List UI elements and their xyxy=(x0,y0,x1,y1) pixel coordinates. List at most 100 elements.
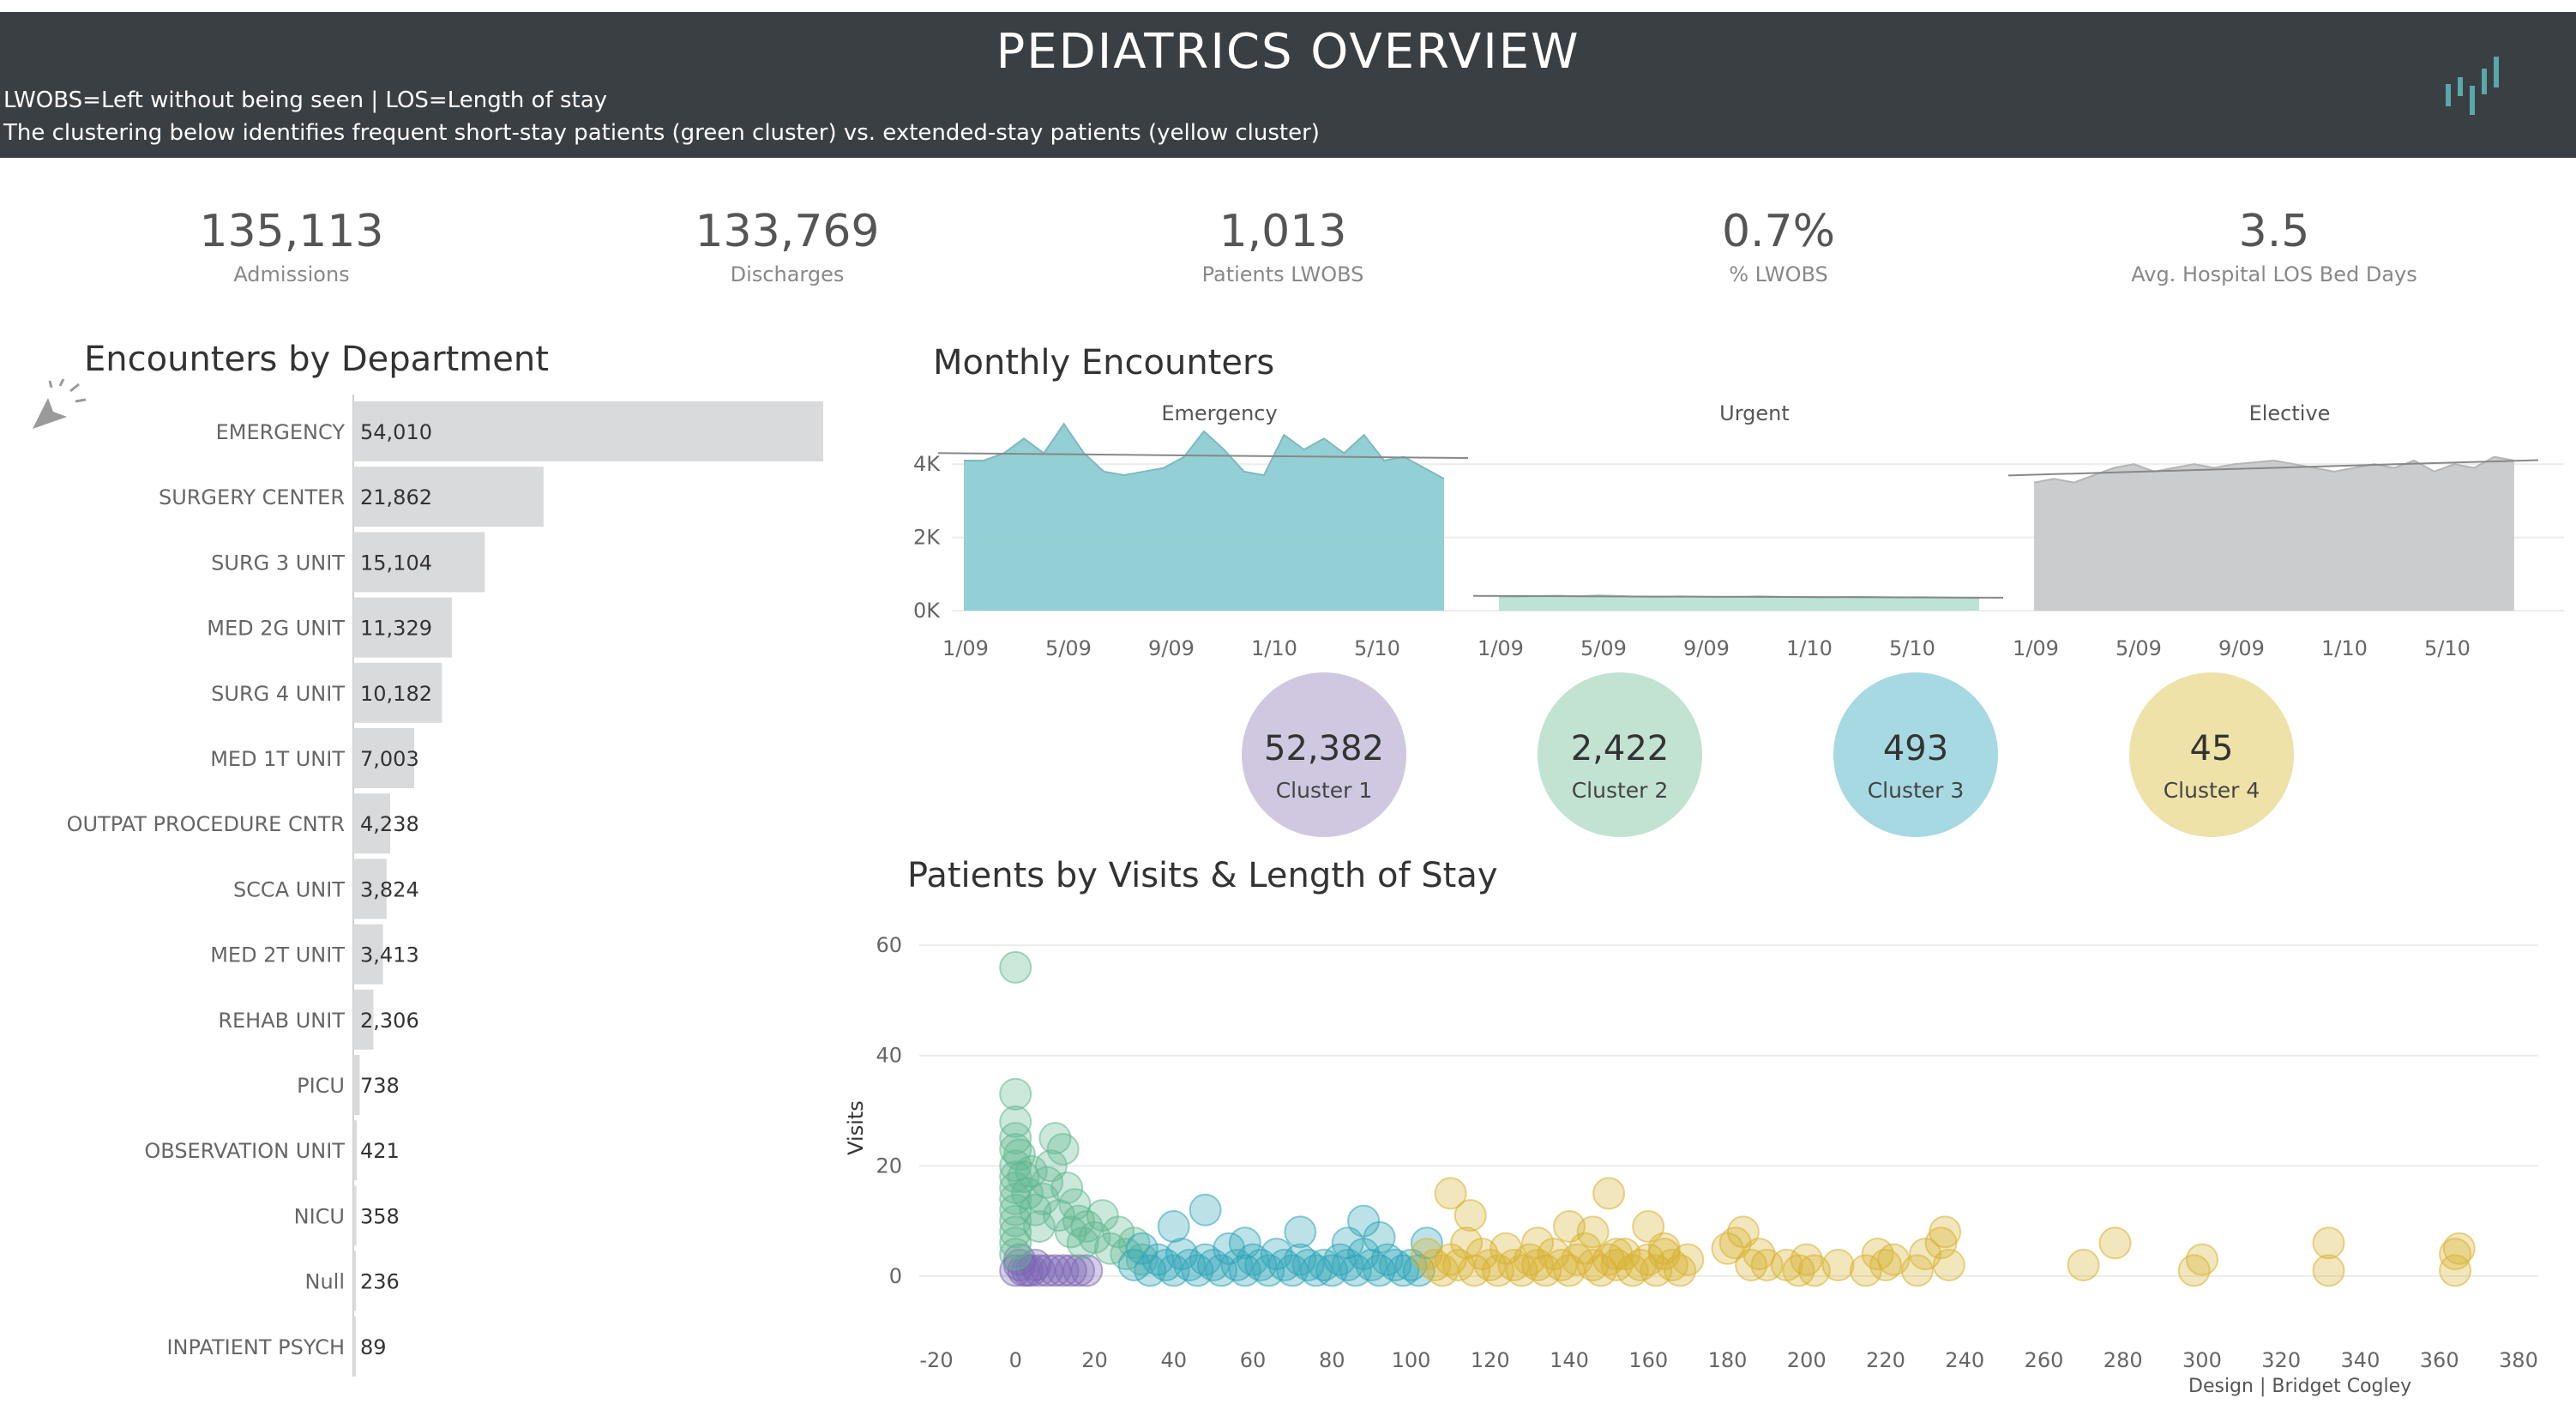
bar-value-label: 10,182 xyxy=(360,682,432,706)
scatter-series xyxy=(1410,1177,2476,1287)
bar-category-label: SURG 3 UNIT xyxy=(211,551,345,575)
scatter-point xyxy=(1821,1249,1855,1281)
x-tick-label: 1/09 xyxy=(2013,636,2059,660)
scatter-point xyxy=(1929,1215,1962,1249)
x-tick-label: 1/10 xyxy=(1251,636,1297,660)
cluster-value: 45 xyxy=(2190,729,2234,768)
cluster-label: Cluster 3 xyxy=(1868,778,1965,803)
x-tick-label: 340 xyxy=(2341,1348,2380,1372)
department-chart-title: Encounters by Department xyxy=(84,340,549,379)
scatter-point xyxy=(2442,1232,2476,1265)
scatter-point xyxy=(2098,1226,2132,1260)
dashboard-header: PEDIATRICS OVERVIEW LWOBS=Left without b… xyxy=(0,12,2576,158)
bar-value-label: 3,413 xyxy=(360,943,419,967)
scatter-point xyxy=(1228,1226,1261,1260)
bar-category-label: INPATIENT PSYCH xyxy=(166,1335,345,1359)
y-tick-label: 60 xyxy=(876,933,902,957)
scatter-chart-title: Patients by Visits & Length of Stay xyxy=(907,856,1498,895)
scatter-point xyxy=(2312,1254,2345,1287)
bar-value-label: 7,003 xyxy=(360,747,419,771)
scatter-point xyxy=(1189,1193,1222,1226)
bar-value-label: 358 xyxy=(360,1204,400,1228)
x-tick-label: 220 xyxy=(1866,1348,1905,1372)
design-credit: Design | Bridget Cogley xyxy=(2188,1376,2412,1397)
bar-row: SURG 4 UNIT 10,182 xyxy=(211,662,442,723)
kpi-discharges: 133,769 Discharges xyxy=(607,206,967,286)
x-tick-label: 180 xyxy=(1708,1348,1748,1372)
x-tick-label: 5/09 xyxy=(1580,636,1627,660)
bar-row: SURG 3 UNIT 15,104 xyxy=(211,532,485,593)
cluster-value: 52,382 xyxy=(1264,729,1384,768)
bar-row: OUTPAT PROCEDURE CNTR 4,238 xyxy=(67,793,419,854)
x-tick-label: 1/09 xyxy=(942,636,989,660)
scatter-point xyxy=(999,1077,1032,1111)
scatter-point xyxy=(2067,1249,2100,1281)
scatter-point xyxy=(999,950,1032,984)
bar-chart-logo-icon xyxy=(2446,57,2499,115)
kpi-admissions: 135,113 Admissions xyxy=(111,206,472,286)
monthly-chart-title: Monthly Encounters xyxy=(933,343,1275,383)
kpi-label: Admissions xyxy=(233,262,350,286)
scatter-series xyxy=(999,950,1159,1276)
x-tick-label: 9/09 xyxy=(2218,636,2265,660)
header-subtitle-legend: LWOBS=Left without being seen | LOS=Leng… xyxy=(3,87,608,113)
kpi-label: % LWOBS xyxy=(1729,262,1828,286)
cluster-value: 2,422 xyxy=(1571,729,1670,768)
bar-category-label: MED 1T UNIT xyxy=(210,747,345,771)
y-tick-label: 2K xyxy=(913,526,941,550)
scatter-point xyxy=(1331,1226,1364,1260)
bar-row: REHAB UNIT 2,306 xyxy=(218,989,419,1050)
bar-value-label: 11,329 xyxy=(360,617,432,641)
bar-category-label: SURG 4 UNIT xyxy=(211,682,345,706)
x-tick-label: 160 xyxy=(1628,1348,1668,1372)
scatter-point xyxy=(1932,1249,1965,1281)
x-tick-label: 5/10 xyxy=(1889,636,1935,660)
bar-category-label: OUTPAT PROCEDURE CNTR xyxy=(67,812,345,836)
kpi-label: Avg. Hospital LOS Bed Days xyxy=(2131,262,2417,286)
kpi-value: 133,769 xyxy=(695,206,880,257)
kpi-value: 1,013 xyxy=(1219,206,1347,257)
patients-visits-los-scatter: 0 20 40 60 -20 0 20 40 60 80 100 120 140 160 180 200 220… xyxy=(844,933,2538,1372)
x-tick-label: 300 xyxy=(2182,1348,2222,1372)
x-tick-label: 9/09 xyxy=(1148,636,1195,660)
page-title: PEDIATRICS OVERVIEW xyxy=(996,24,1580,80)
scatter-point xyxy=(1592,1177,1626,1210)
bar-category-label: MED 2G UNIT xyxy=(207,617,345,641)
scatter-point xyxy=(1070,1254,1104,1287)
panel-header: Urgent xyxy=(1719,401,1790,425)
y-axis-title: Visits xyxy=(844,1100,868,1155)
cluster-label: Cluster 1 xyxy=(1276,778,1373,803)
x-tick-label: 9/09 xyxy=(1683,636,1730,660)
x-tick-label: 20 xyxy=(1081,1348,1108,1372)
kpi-value: 135,113 xyxy=(199,206,384,257)
x-tick-label: 280 xyxy=(2104,1348,2143,1372)
kpi-percent-lwobs: 0.7% % LWOBS xyxy=(1598,206,1959,286)
x-tick-label: 100 xyxy=(1392,1348,1431,1372)
scatter-point xyxy=(2312,1226,2345,1260)
x-tick-label: 240 xyxy=(1945,1348,1984,1372)
bar-row: NICU 358 xyxy=(294,1185,400,1246)
x-tick-label: 5/10 xyxy=(2424,636,2471,660)
y-tick-label: 0K xyxy=(913,599,941,623)
y-tick-label: 20 xyxy=(876,1154,902,1178)
bar-value-label: 21,862 xyxy=(360,485,432,509)
bar-category-label: NICU xyxy=(294,1204,345,1228)
scatter-point xyxy=(1046,1133,1080,1166)
x-tick-label: 140 xyxy=(1550,1348,1589,1372)
bar xyxy=(353,1316,356,1377)
bar-category-label: OBSERVATION UNIT xyxy=(144,1139,345,1163)
y-tick-label: 40 xyxy=(876,1044,902,1068)
scatter-point xyxy=(1157,1210,1190,1243)
scatter-point xyxy=(999,1238,1032,1271)
cluster-bubble: 2,422 Cluster 2 xyxy=(1538,672,1702,837)
kpi-avg-los: 3.5 Avg. Hospital LOS Bed Days xyxy=(2094,206,2454,286)
kpi-value: 3.5 xyxy=(2238,206,2310,257)
x-tick-label: 260 xyxy=(2025,1348,2064,1372)
bar-row: MED 2G UNIT 11,329 xyxy=(207,597,452,658)
bar-value-label: 89 xyxy=(360,1335,387,1359)
cluster-bubble: 45 Cluster 4 xyxy=(2129,672,2294,837)
kpi-label: Patients LWOBS xyxy=(1201,262,1364,286)
x-tick-label: 1/09 xyxy=(1478,636,1524,660)
x-tick-label: 40 xyxy=(1160,1348,1187,1372)
x-tick-label: -20 xyxy=(919,1348,953,1372)
